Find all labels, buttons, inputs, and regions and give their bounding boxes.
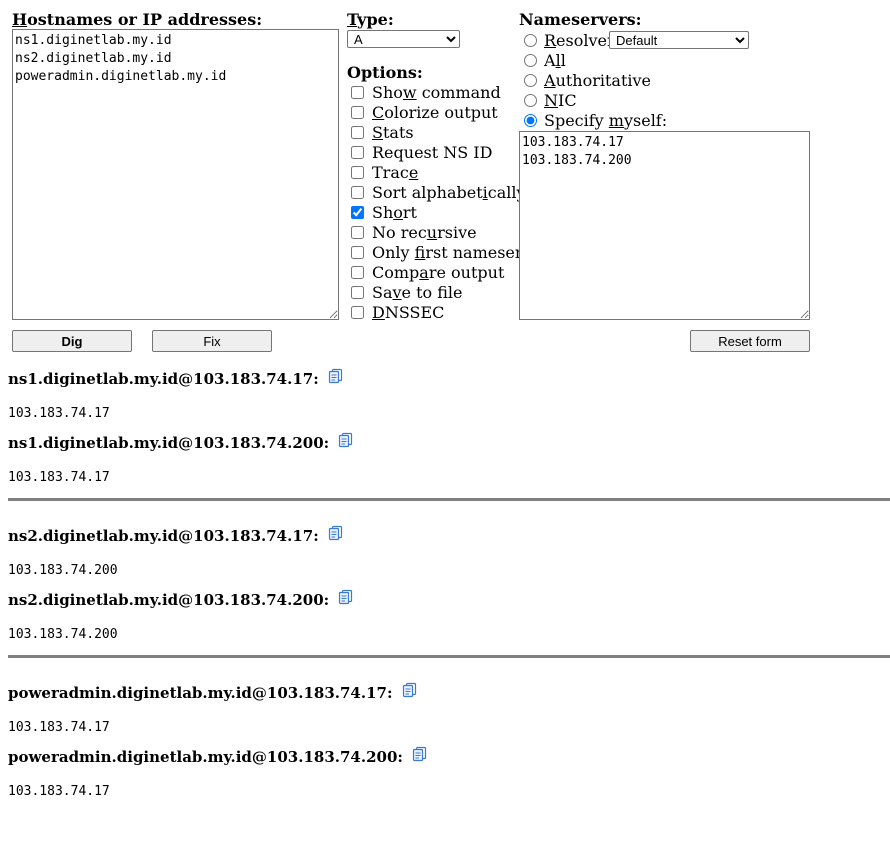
options-label: Options: (347, 63, 423, 82)
copy-icon[interactable] (328, 525, 344, 541)
nameserver-option-row[interactable]: Resolver: (523, 30, 620, 50)
result-header: ns1.diginetlab.my.id@103.183.74.200: (8, 432, 354, 452)
result-header: ns2.diginetlab.my.id@103.183.74.17: (8, 525, 344, 545)
result-value: 103.183.74.200 (8, 627, 118, 642)
option-row[interactable]: DNSSEC (349, 302, 444, 322)
option-label: DNSSEC (372, 302, 445, 322)
option-checkbox[interactable] (351, 225, 364, 239)
option-checkbox[interactable] (351, 125, 364, 139)
option-label: Compare output (372, 262, 505, 282)
result-header: ns2.diginetlab.my.id@103.183.74.200: (8, 589, 354, 609)
option-label: Stats (372, 122, 414, 142)
option-checkbox[interactable] (351, 185, 364, 199)
option-label: Trace (372, 162, 419, 182)
copy-icon[interactable] (402, 682, 418, 698)
nameserver-label: Specify myself: (544, 110, 668, 130)
result-header: poweradmin.diginetlab.my.id@103.183.74.1… (8, 682, 418, 702)
option-checkbox[interactable] (351, 165, 364, 179)
option-label: Colorize output (372, 102, 498, 122)
option-checkbox[interactable] (351, 145, 364, 159)
result-value: 103.183.74.17 (8, 406, 110, 421)
result-value: 103.183.74.200 (8, 563, 118, 578)
dig-button[interactable]: Dig (12, 330, 132, 352)
nameserver-label: Authoritative (544, 70, 652, 90)
result-divider (8, 498, 890, 501)
nameserver-label: NIC (544, 90, 577, 110)
result-header-text: poweradmin.diginetlab.my.id@103.183.74.1… (8, 684, 393, 702)
fix-button[interactable]: Fix (152, 330, 272, 352)
option-checkbox[interactable] (351, 205, 364, 219)
hostnames-label-accesskey: H (12, 10, 28, 29)
result-divider (8, 655, 890, 658)
hostnames-label: Hostnames or IP addresses: (12, 10, 262, 29)
result-header: ns1.diginetlab.my.id@103.183.74.17: (8, 368, 344, 388)
option-checkbox[interactable] (351, 305, 364, 319)
copy-icon[interactable] (338, 589, 354, 605)
hostnames-label-text: ostnames or IP addresses: (27, 10, 263, 29)
option-label: No recursive (372, 222, 477, 242)
type-label: Type: (347, 10, 394, 29)
specify-nameservers-textarea[interactable]: 103.183.74.17 103.183.74.200 (519, 131, 810, 320)
option-label: Save to file (372, 282, 463, 302)
option-checkbox[interactable] (351, 105, 364, 119)
result-value: 103.183.74.17 (8, 470, 110, 485)
nameserver-option-row[interactable]: Authoritative (523, 70, 651, 90)
hostnames-textarea[interactable]: ns1.diginetlab.my.id ns2.diginetlab.my.i… (12, 29, 339, 320)
copy-icon[interactable] (328, 368, 344, 384)
option-label: Show command (372, 82, 501, 102)
copy-icon[interactable] (412, 746, 428, 762)
option-row[interactable]: Stats (349, 122, 414, 142)
option-checkbox[interactable] (351, 265, 364, 279)
result-header: poweradmin.diginetlab.my.id@103.183.74.2… (8, 746, 428, 766)
result-value: 103.183.74.17 (8, 784, 110, 799)
option-label: Request NS ID (372, 142, 493, 162)
nameserver-radio[interactable] (524, 53, 537, 67)
option-row[interactable]: Sort alphabetically (349, 182, 526, 202)
result-header-text: ns1.diginetlab.my.id@103.183.74.17: (8, 370, 319, 388)
option-row[interactable]: Trace (349, 162, 418, 182)
option-checkbox[interactable] (351, 85, 364, 99)
option-row[interactable]: Show command (349, 82, 501, 102)
reset-form-button[interactable]: Reset form (690, 330, 810, 352)
result-header-text: ns2.diginetlab.my.id@103.183.74.200: (8, 591, 330, 609)
nameserver-option-row[interactable]: All (523, 50, 566, 70)
option-label: Sort alphabetically (372, 182, 526, 202)
option-checkbox[interactable] (351, 285, 364, 299)
nameserver-label: All (544, 50, 566, 70)
option-label: Short (372, 202, 417, 222)
option-row[interactable]: Request NS ID (349, 142, 492, 162)
type-select[interactable]: A (347, 30, 460, 48)
option-checkbox[interactable] (351, 245, 364, 259)
option-row[interactable]: No recursive (349, 222, 477, 242)
nameserver-radio[interactable] (524, 73, 537, 87)
nameserver-option-row[interactable]: Specify myself: (523, 110, 667, 130)
type-label-text: ype: (357, 10, 394, 29)
option-row[interactable]: Short (349, 202, 417, 222)
option-row[interactable]: Colorize output (349, 102, 498, 122)
type-label-accesskey: T (347, 10, 358, 29)
nameservers-label: Nameservers: (519, 10, 642, 29)
option-row[interactable]: Compare output (349, 262, 504, 282)
nameserver-option-row[interactable]: NIC (523, 90, 577, 110)
nameserver-radio[interactable] (524, 113, 537, 127)
nameserver-radio[interactable] (524, 93, 537, 107)
copy-icon[interactable] (338, 432, 354, 448)
resolver-select[interactable]: Default (609, 31, 749, 49)
result-header-text: poweradmin.diginetlab.my.id@103.183.74.2… (8, 748, 403, 766)
result-header-text: ns1.diginetlab.my.id@103.183.74.200: (8, 434, 330, 452)
result-value: 103.183.74.17 (8, 720, 110, 735)
nameserver-radio[interactable] (524, 33, 537, 47)
result-header-text: ns2.diginetlab.my.id@103.183.74.17: (8, 527, 319, 545)
option-row[interactable]: Save to file (349, 282, 463, 302)
